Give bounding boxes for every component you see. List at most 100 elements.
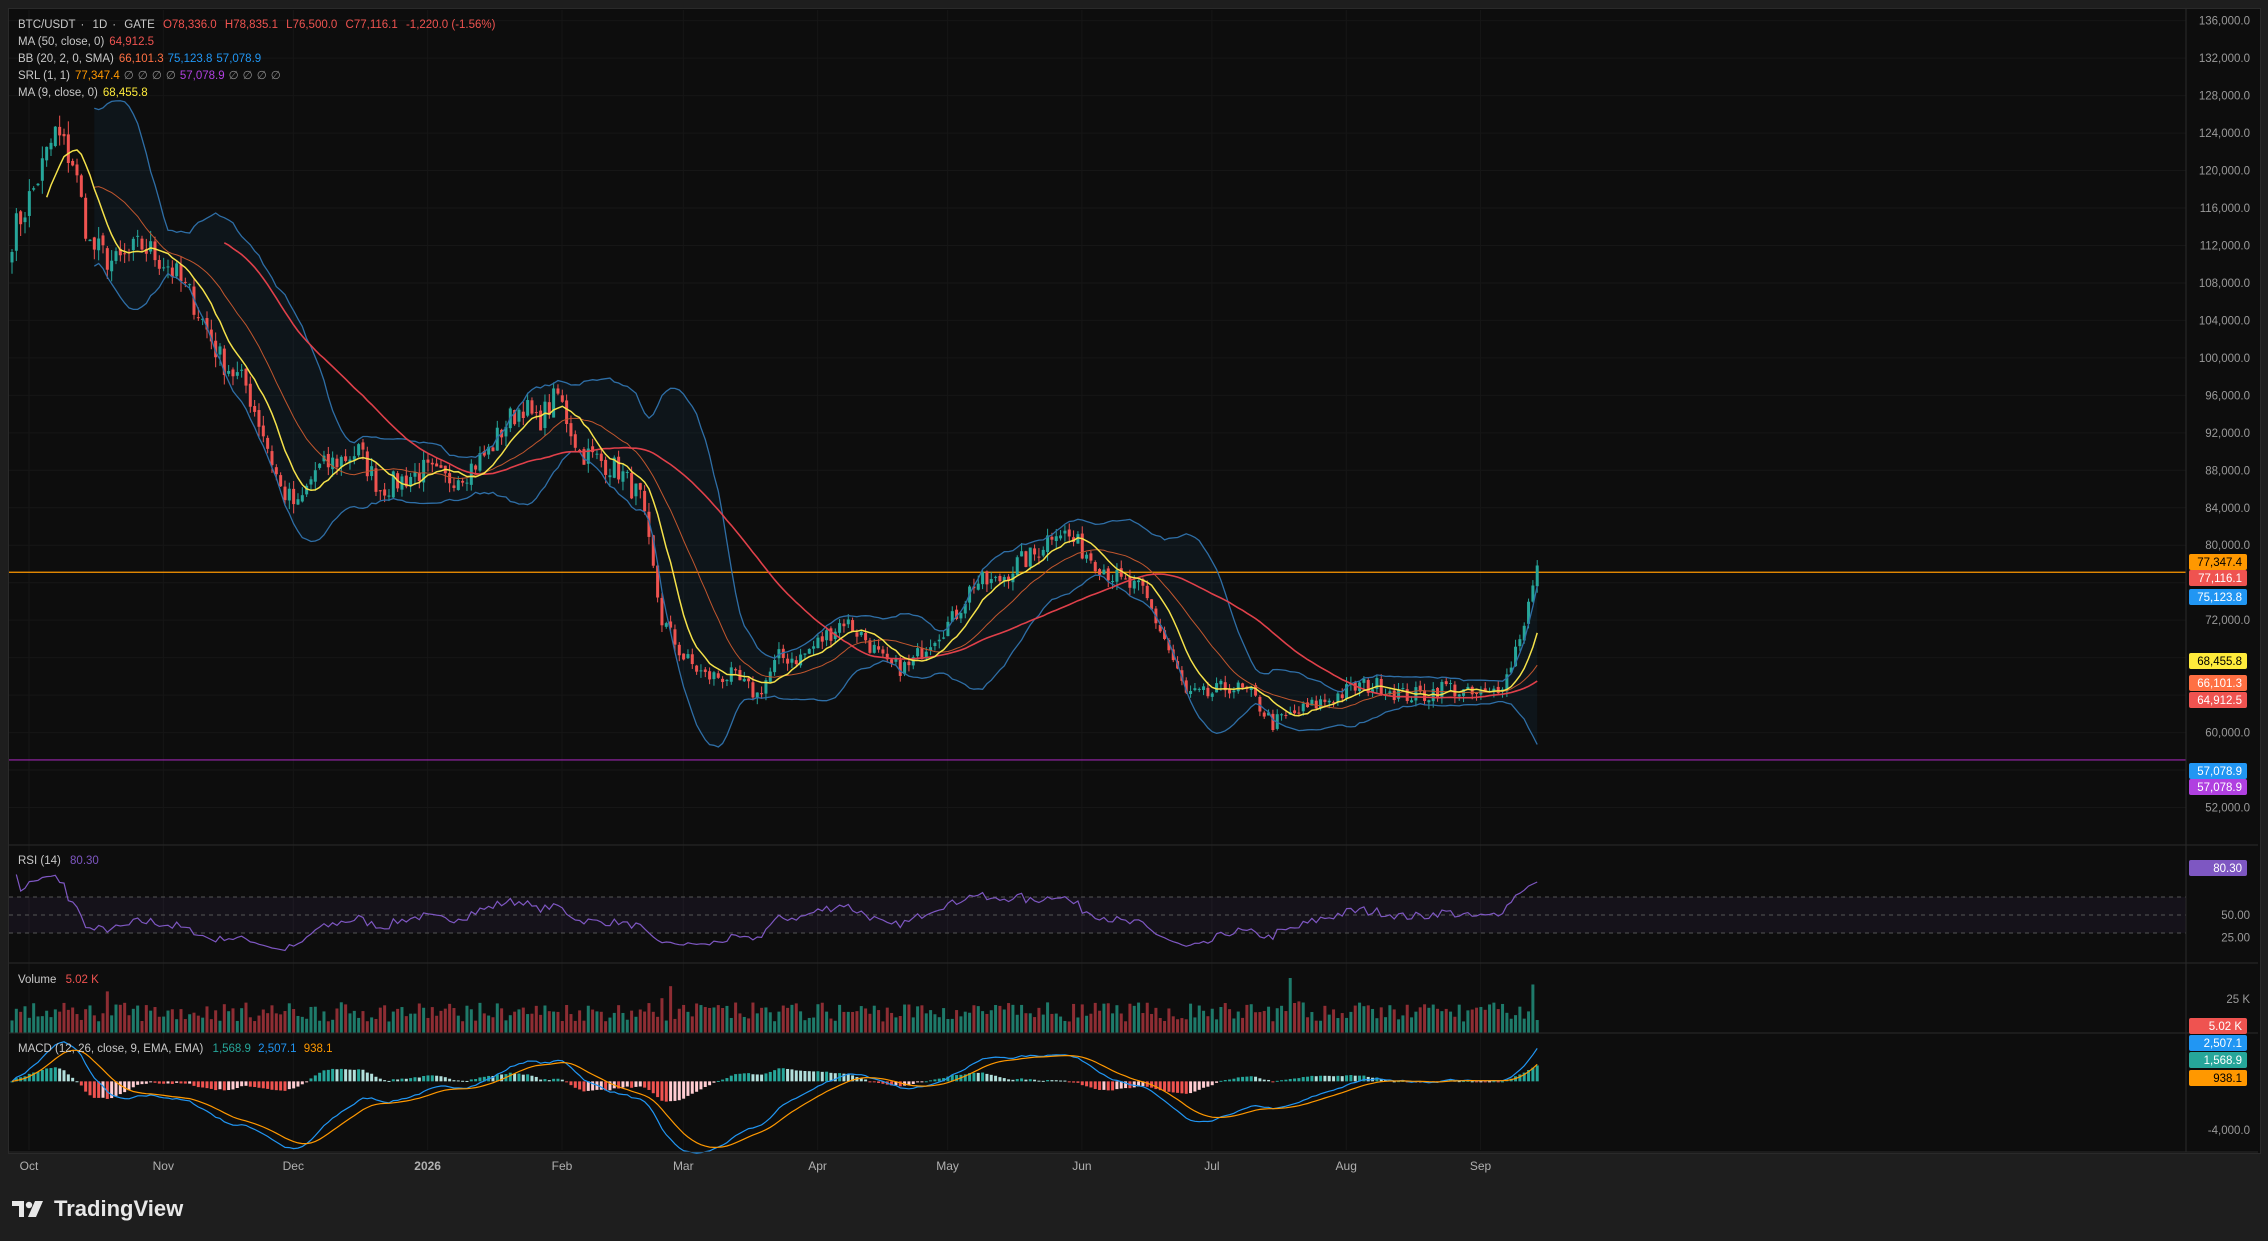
volume-bar xyxy=(322,1011,326,1033)
volume-bar xyxy=(963,1011,967,1033)
volume-bar xyxy=(248,1017,252,1033)
volume-bar xyxy=(712,1007,716,1033)
volume-bar xyxy=(890,1012,894,1033)
candle-body xyxy=(1059,535,1063,539)
candle-body xyxy=(45,146,49,161)
volume-bar xyxy=(240,1008,244,1033)
candle-body xyxy=(175,263,179,277)
time-axis[interactable]: Oct Nov Dec 2026 Feb Mar Apr May Jun Jul Aug Sep xyxy=(20,1159,1492,1173)
volume-bar xyxy=(968,1012,972,1033)
volume-bar xyxy=(924,1013,928,1033)
volume-bar xyxy=(734,1002,738,1033)
volume-bar xyxy=(430,1007,434,1033)
volume-bar xyxy=(773,1021,777,1033)
macd-histogram-bar xyxy=(287,1081,291,1090)
candle-body xyxy=(851,620,855,632)
macd-histogram-bar xyxy=(1072,1081,1076,1083)
price-axis-tick: 80,000.0 xyxy=(2205,540,2250,552)
volume-bar xyxy=(287,1003,291,1033)
volume-bar xyxy=(898,1016,902,1033)
indicator-legend-row[interactable]: MA (9, close, 0) 68,455.8 xyxy=(18,85,500,102)
volume-bar xyxy=(335,1008,339,1033)
volume-bar xyxy=(305,1018,309,1033)
candle-body xyxy=(578,449,582,451)
candle-body xyxy=(1093,562,1097,572)
volume-bar xyxy=(959,1016,963,1033)
volume-bar xyxy=(474,1020,478,1033)
price-axis-tick: 60,000.0 xyxy=(2205,728,2250,740)
chart-canvas[interactable]: 50.00 25.00 25 K -4,000.0 136,000.0 132,00… xyxy=(0,0,2268,1241)
candle-body xyxy=(257,410,261,427)
macd-histogram-bar xyxy=(140,1081,144,1085)
macd-legend[interactable]: MACD (12, 26, close, 9, EMA, EMA) 1,568.… xyxy=(18,1043,332,1055)
volume-legend[interactable]: Volume 5.02 K xyxy=(18,974,99,986)
macd-histogram-bar xyxy=(1215,1081,1219,1083)
volume-bar xyxy=(495,1003,499,1033)
volume-pane[interactable]: 25 K xyxy=(10,978,2251,1033)
volume-bar xyxy=(114,1004,118,1033)
volume-bar xyxy=(144,1005,148,1033)
volume-bar xyxy=(27,1017,31,1033)
volume-bar xyxy=(816,1004,820,1033)
candle-body xyxy=(1102,569,1106,575)
volume-bar xyxy=(794,1003,798,1033)
volume-bar xyxy=(573,1020,577,1033)
candle-body xyxy=(114,251,118,261)
macd-badge-label: 1,568.9 xyxy=(2204,1055,2242,1067)
candle-body xyxy=(1271,713,1275,731)
rsi-legend[interactable]: RSI (14) 80.30 xyxy=(18,855,99,867)
volume-bar xyxy=(1085,1015,1089,1033)
macd-histogram-bar xyxy=(1340,1076,1344,1082)
volume-bar xyxy=(911,1017,915,1033)
volume-bar xyxy=(1362,1006,1366,1033)
macd-histogram-bar xyxy=(669,1081,673,1102)
indicator-legend-row[interactable]: SRL (1, 1) 77,347.4 ∅ ∅ ∅ ∅ 57,078.9 ∅ ∅ ∅ ∅ xyxy=(18,68,500,85)
volume-bar xyxy=(435,1015,439,1033)
symbol-name[interactable]: BTC/USDT xyxy=(18,19,76,31)
candle-body xyxy=(240,369,244,371)
macd-pane[interactable]: -4,000.0 xyxy=(10,1041,2251,1154)
low-value: L76,500.0 xyxy=(286,19,338,31)
macd-histogram-bar xyxy=(378,1078,382,1082)
volume-bar xyxy=(1020,1004,1024,1033)
macd-histogram-bar xyxy=(244,1081,248,1086)
rsi-pane[interactable]: 50.00 25.00 xyxy=(9,874,2250,952)
macd-histogram-bar xyxy=(1193,1081,1197,1092)
volume-bar xyxy=(530,1013,534,1033)
macd-histogram-bar xyxy=(101,1081,105,1098)
candle-body xyxy=(474,465,478,470)
volume-bar xyxy=(989,1010,993,1033)
candle-body xyxy=(898,659,902,676)
macd-histogram-bar xyxy=(1535,1065,1539,1082)
candle-body xyxy=(1015,557,1019,576)
macd-histogram-bar xyxy=(309,1078,313,1082)
macd-histogram-bar xyxy=(864,1079,868,1082)
indicator-legend-row[interactable]: BB (20, 2, 0, SMA) 66,101.3 75,123.8 57,078… xyxy=(18,51,500,68)
tradingview-logo-icon xyxy=(12,1201,43,1217)
volume-legend-value: 5.02 K xyxy=(65,974,99,986)
volume-bar xyxy=(92,1015,96,1033)
candle-body xyxy=(266,437,270,449)
macd-histogram-bar xyxy=(218,1081,222,1090)
indicator-legend-row[interactable]: MA (50, close, 0) 64,912.5 xyxy=(18,34,500,51)
volume-bar xyxy=(331,1019,335,1033)
volume-bar xyxy=(1202,1010,1206,1033)
time-axis-label: Mar xyxy=(673,1159,694,1173)
volume-bar xyxy=(491,1017,495,1033)
tradingview-logo[interactable]: TradingView xyxy=(12,1196,183,1222)
bollinger-band-fill xyxy=(94,100,1538,748)
macd-histogram-bar xyxy=(214,1081,218,1091)
indicator-value: ∅ xyxy=(123,70,134,82)
interval-label[interactable]: 1D xyxy=(93,19,108,31)
volume-bar xyxy=(352,1010,356,1033)
macd-histogram-bar xyxy=(1197,1081,1201,1090)
candle-body xyxy=(131,238,135,251)
volume-bar xyxy=(526,1014,530,1033)
macd-histogram-bar xyxy=(530,1075,534,1082)
volume-bar xyxy=(452,1008,456,1033)
volume-bar xyxy=(699,1005,703,1033)
macd-histogram-bar xyxy=(877,1081,881,1084)
macd-histogram-bar xyxy=(803,1070,807,1082)
macd-histogram-bar xyxy=(989,1074,993,1082)
volume-bar xyxy=(552,1011,556,1033)
